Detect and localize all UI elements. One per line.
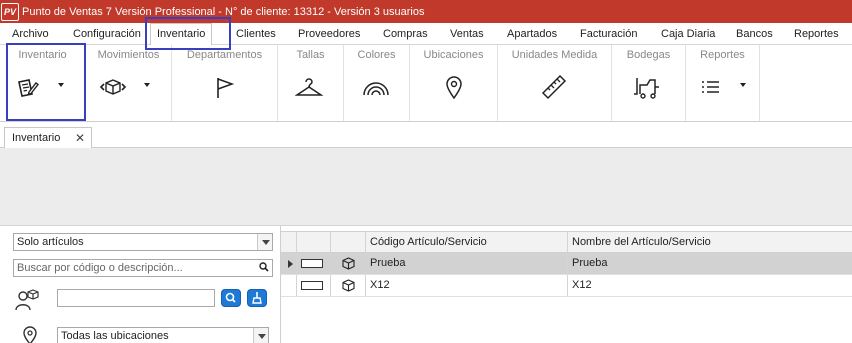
ribbon-label-ubicaciones: Ubicaciones bbox=[423, 49, 484, 61]
type-cell bbox=[331, 253, 366, 274]
header-indicator-cell bbox=[281, 232, 297, 252]
ribbon-label-inventario: Inventario bbox=[18, 49, 67, 61]
menu-bancos[interactable]: Bancos bbox=[736, 23, 773, 45]
table-row[interactable]: X12 X12 bbox=[281, 275, 852, 297]
name-cell: X12 bbox=[568, 275, 852, 296]
ribbon-label-departamentos: Departamentos bbox=[186, 49, 263, 61]
clear-filter-button[interactable] bbox=[247, 289, 267, 307]
menu-proveedores[interactable]: Proveedores bbox=[298, 23, 360, 45]
menu-ventas[interactable]: Ventas bbox=[450, 23, 484, 45]
ruler-icon bbox=[541, 74, 567, 100]
title-bar: PV Punto de Ventas 7 Versión Professiona… bbox=[0, 0, 852, 23]
menu-inventario[interactable]: Inventario bbox=[150, 23, 213, 46]
ribbon-group-departamentos[interactable]: Departamentos bbox=[172, 45, 278, 121]
name-cell: Prueba bbox=[568, 253, 852, 274]
header-nombre[interactable]: Nombre del Artículo/Servicio bbox=[568, 232, 852, 252]
color-cell bbox=[297, 275, 331, 296]
type-cell bbox=[331, 275, 366, 296]
rainbow-icon bbox=[363, 82, 389, 96]
location-select-value: Todas las ubicaciones bbox=[61, 330, 169, 342]
menu-compras[interactable]: Compras bbox=[383, 23, 428, 45]
row-indicator bbox=[281, 253, 297, 274]
list-icon bbox=[702, 81, 719, 93]
menu-apartados[interactable]: Apartados bbox=[507, 23, 557, 45]
broom-icon bbox=[252, 292, 262, 304]
item-type-select[interactable]: Solo artículos bbox=[13, 233, 273, 251]
name-value: Prueba bbox=[572, 257, 608, 269]
search-placeholder: Buscar por código o descripción... bbox=[17, 262, 183, 274]
search-icon[interactable] bbox=[259, 262, 269, 272]
row-indicator bbox=[281, 275, 297, 296]
chevron-down-icon[interactable] bbox=[257, 234, 272, 250]
menu-archivo[interactable]: Archivo bbox=[12, 23, 49, 45]
map-pin-icon bbox=[446, 76, 462, 100]
menu-reportes[interactable]: Reportes bbox=[794, 23, 839, 45]
menu-clientes[interactable]: Clientes bbox=[236, 23, 276, 45]
chevron-down-icon[interactable] bbox=[58, 83, 64, 87]
flag-icon bbox=[217, 78, 235, 98]
ribbon-group-movimientos[interactable]: Movimientos bbox=[86, 45, 172, 121]
menu-caja-diaria[interactable]: Caja Diaria bbox=[661, 23, 715, 45]
toolbar-area bbox=[0, 148, 852, 226]
header-color-cell[interactable] bbox=[297, 232, 331, 252]
code-value: Prueba bbox=[370, 257, 406, 269]
window-title: Punto de Ventas 7 Versión Professional -… bbox=[22, 5, 425, 18]
forklift-icon bbox=[634, 78, 659, 99]
ribbon-group-colores[interactable]: Colores bbox=[344, 45, 410, 121]
table-row[interactable]: Prueba Prueba bbox=[281, 253, 852, 275]
tab-inventario[interactable]: Inventario ✕ bbox=[4, 127, 92, 149]
search-icon bbox=[225, 292, 236, 303]
code-cell: X12 bbox=[366, 275, 568, 296]
box-icon bbox=[342, 279, 355, 292]
header-icon-cell[interactable] bbox=[331, 232, 366, 252]
header-codigo-label: Código Artículo/Servicio bbox=[370, 236, 487, 248]
grid-header: Código Artículo/Servicio Nombre del Artí… bbox=[281, 231, 852, 253]
ribbon-group-ubicaciones[interactable]: Ubicaciones bbox=[410, 45, 498, 121]
ribbon-group-bodegas[interactable]: Bodegas bbox=[612, 45, 686, 121]
chevron-down-icon[interactable] bbox=[740, 83, 746, 87]
hanger-icon bbox=[295, 78, 323, 96]
map-pin-icon bbox=[23, 326, 37, 343]
name-value: X12 bbox=[572, 279, 592, 291]
close-icon[interactable]: ✕ bbox=[75, 131, 85, 145]
tab-label: Inventario bbox=[12, 132, 61, 144]
ribbon-group-inventario[interactable]: Inventario bbox=[0, 45, 86, 121]
edit-document-icon bbox=[18, 79, 39, 97]
header-nombre-label: Nombre del Artículo/Servicio bbox=[572, 236, 711, 248]
ribbon-group-tallas[interactable]: Tallas bbox=[278, 45, 344, 121]
app-logo: PV bbox=[1, 2, 19, 21]
location-select[interactable]: Todas las ubicaciones bbox=[57, 327, 269, 343]
menu-configuracion[interactable]: Configuración bbox=[73, 23, 141, 45]
header-codigo[interactable]: Código Artículo/Servicio bbox=[366, 232, 568, 252]
ribbon-label-tallas: Tallas bbox=[296, 49, 325, 61]
ribbon-label-bodegas: Bodegas bbox=[626, 49, 671, 61]
code-cell: Prueba bbox=[366, 253, 568, 274]
inventory-grid: Código Artículo/Servicio Nombre del Artí… bbox=[281, 231, 852, 343]
search-button[interactable] bbox=[221, 289, 241, 307]
ribbon-label-unidades-medida: Unidades Medida bbox=[511, 49, 598, 61]
menu-bar: Archivo Configuración Inventario Cliente… bbox=[0, 23, 852, 46]
row-pointer-icon bbox=[288, 260, 293, 268]
menu-facturacion[interactable]: Facturación bbox=[580, 23, 637, 45]
ribbon-group-reportes[interactable]: Reportes bbox=[686, 45, 760, 121]
box-transfer-icon bbox=[99, 79, 127, 95]
box-icon bbox=[342, 257, 355, 270]
user-box-icon bbox=[15, 289, 39, 311]
color-swatch bbox=[301, 259, 323, 268]
search-input[interactable]: Buscar por código o descripción... bbox=[13, 259, 273, 277]
code-value: X12 bbox=[370, 279, 390, 291]
ribbon-label-movimientos: Movimientos bbox=[97, 49, 160, 61]
ribbon-group-unidades-medida[interactable]: Unidades Medida bbox=[498, 45, 612, 121]
chevron-down-icon[interactable] bbox=[144, 83, 150, 87]
color-swatch bbox=[301, 281, 323, 290]
document-tab-strip: Inventario ✕ bbox=[0, 122, 852, 149]
filter-panel: Solo artículos Buscar por código o descr… bbox=[0, 226, 281, 343]
item-type-select-value: Solo artículos bbox=[17, 236, 84, 248]
color-cell bbox=[297, 253, 331, 274]
ribbon-label-reportes: Reportes bbox=[700, 49, 745, 61]
chevron-down-icon[interactable] bbox=[253, 328, 268, 343]
ribbon-toolbar: Inventario Movimientos Departamentos Tal… bbox=[0, 45, 852, 122]
ribbon-label-colores: Colores bbox=[357, 49, 396, 61]
provider-filter-input[interactable] bbox=[57, 289, 215, 307]
